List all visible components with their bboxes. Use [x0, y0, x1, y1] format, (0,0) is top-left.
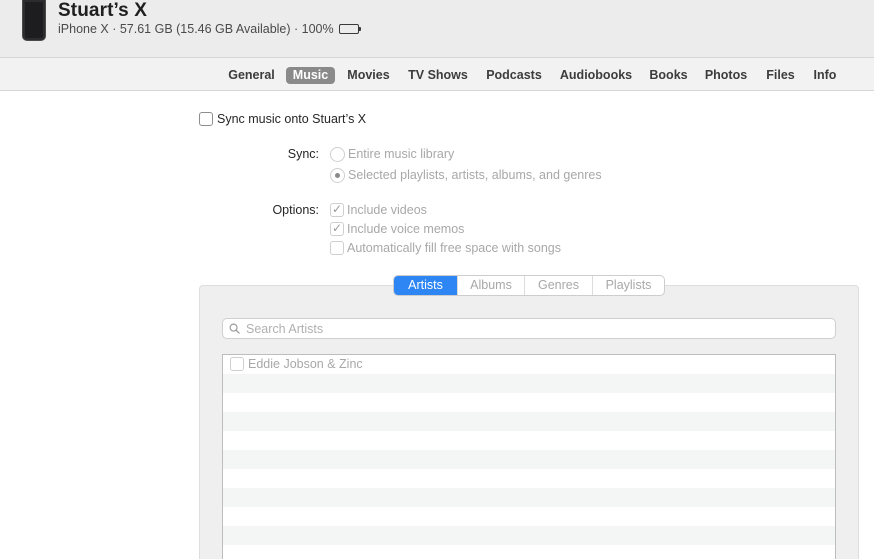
tab-general[interactable]: General — [224, 67, 279, 84]
device-capacity-info: iPhone X · 57.61 GB (15.46 GB Available)… — [58, 22, 334, 36]
autofill-checkbox[interactable] — [330, 241, 344, 255]
segment-artists[interactable]: Artists — [394, 276, 457, 295]
search-box — [222, 318, 836, 339]
tab-podcasts[interactable]: Podcasts — [482, 67, 546, 84]
empty-row — [223, 450, 835, 469]
artists-list: Eddie Jobson & Zinc — [222, 354, 836, 559]
options-label: Options: — [272, 203, 319, 217]
segment-albums[interactable]: Albums — [457, 276, 524, 295]
category-tab-bar: General Music Movies TV Shows Podcasts A… — [0, 57, 874, 91]
include-voice-memos-checkbox[interactable]: ✓ — [330, 221, 344, 236]
empty-row — [223, 488, 835, 507]
search-icon — [229, 323, 240, 334]
battery-full-icon — [338, 24, 361, 34]
device-header: Stuart’s X iPhone X · 57.61 GB (15.46 GB… — [0, 0, 874, 57]
device-info: iPhone X · 57.61 GB (15.46 GB Available)… — [58, 22, 361, 36]
empty-row — [223, 412, 835, 431]
tab-tv-shows[interactable]: TV Shows — [404, 67, 472, 84]
autofill-label[interactable]: Automatically fill free space with songs — [347, 241, 561, 256]
radio-selected-items-label[interactable]: Selected playlists, artists, albums, and… — [348, 168, 602, 183]
empty-row — [223, 469, 835, 488]
tab-music[interactable]: Music — [286, 67, 335, 84]
checkmark-icon: ✓ — [332, 202, 343, 216]
radio-entire-library[interactable] — [330, 147, 345, 162]
sync-music-label[interactable]: Sync music onto Stuart’s X — [217, 112, 366, 127]
segment-genres[interactable]: Genres — [524, 276, 592, 295]
include-voice-memos-label[interactable]: Include voice memos — [347, 222, 464, 237]
empty-row — [223, 431, 835, 450]
tab-info[interactable]: Info — [810, 67, 840, 84]
tab-files[interactable]: Files — [762, 67, 799, 84]
iphone-icon — [22, 0, 46, 41]
tab-books[interactable]: Books — [646, 67, 691, 84]
browser-segmented-control: Artists Albums Genres Playlists — [393, 275, 665, 296]
tab-movies[interactable]: Movies — [343, 67, 394, 84]
empty-row — [223, 393, 835, 412]
segment-playlists[interactable]: Playlists — [592, 276, 664, 295]
empty-row — [223, 507, 835, 526]
include-videos-label[interactable]: Include videos — [347, 203, 427, 218]
tab-audiobooks[interactable]: Audiobooks — [557, 67, 635, 84]
artist-checkbox[interactable] — [230, 357, 244, 371]
sync-music-checkbox[interactable] — [199, 112, 213, 126]
include-videos-checkbox[interactable]: ✓ — [330, 202, 344, 217]
empty-row — [223, 545, 835, 559]
device-name: Stuart’s X — [58, 0, 147, 21]
search-artists-input[interactable] — [246, 321, 826, 337]
list-item[interactable]: Eddie Jobson & Zinc — [223, 355, 835, 374]
empty-row — [223, 526, 835, 545]
artist-name: Eddie Jobson & Zinc — [248, 357, 363, 371]
radio-entire-library-label[interactable]: Entire music library — [348, 147, 454, 162]
radio-selected-items[interactable] — [330, 168, 345, 183]
checkmark-icon: ✓ — [332, 221, 343, 235]
sync-label: Sync: — [287, 147, 319, 161]
tab-photos[interactable]: Photos — [701, 67, 751, 84]
empty-row — [223, 374, 835, 393]
